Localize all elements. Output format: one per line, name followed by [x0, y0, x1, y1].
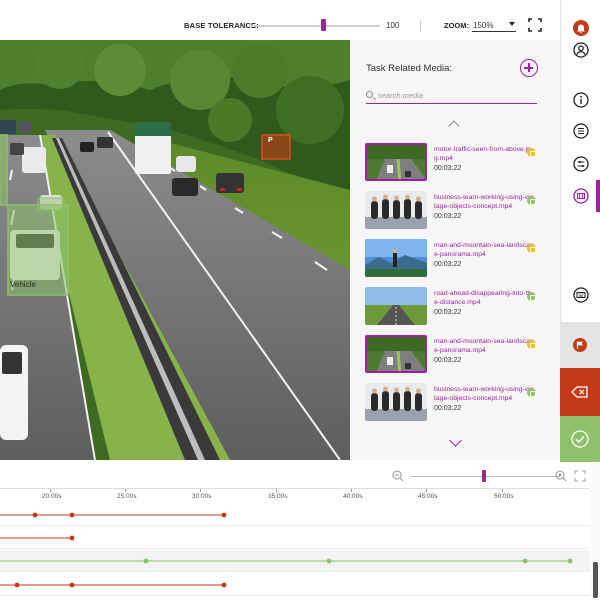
search-input[interactable]: [378, 89, 528, 101]
top-toolbar: BASE TOLERANCE: 100 ZOOM: 150%: [0, 0, 560, 40]
bell-icon[interactable]: [573, 20, 589, 36]
media-item[interactable]: motor-traffic-seen-from-above.jpg.mp4 00:…: [365, 143, 555, 183]
tick-label: 30:00s: [192, 493, 212, 500]
add-media-button[interactable]: [520, 59, 538, 77]
tolerance-value: 100: [386, 21, 400, 30]
tick-label: 20:00s: [42, 493, 62, 500]
media-item[interactable]: man-and-mountain-sea-landscape-panorama.…: [365, 239, 555, 279]
timeline-ruler[interactable]: 20:00s 25:00s 30:00s 35:00s 40:00s 45:00s 50:0…: [0, 488, 590, 502]
tick-mark: [200, 489, 201, 492]
zoom-value: 150%: [473, 21, 494, 30]
tolerance-label: BASE TOLERANCE:: [184, 21, 259, 30]
annotation-tool: BASE TOLERANCE: 100 ZOOM: 150% Vehicle P…: [0, 0, 600, 600]
track-segment: [0, 558, 573, 564]
sign-annotation-text: P: [268, 137, 273, 144]
zoom-out-icon[interactable]: [392, 470, 404, 482]
media-item[interactable]: man-and-mountain-sea-landscape-panorama.…: [365, 335, 555, 375]
tick-label: 50:00s: [494, 493, 514, 500]
fullscreen-icon[interactable]: [528, 18, 542, 32]
media-duration: 00:03:22: [434, 405, 462, 412]
toolbar-divider: [420, 20, 421, 32]
tick-label: 40:00s: [343, 493, 363, 500]
media-thumbnail[interactable]: [365, 239, 427, 277]
accept-button[interactable]: [560, 416, 600, 462]
tick-label: 25:00s: [117, 493, 137, 500]
track-segment: [0, 535, 75, 541]
track-segment: [0, 582, 227, 588]
media-item[interactable]: road-ahead-disappearing-into-the-distanc…: [365, 287, 555, 327]
track-row[interactable]: [0, 550, 590, 572]
status-badge: [527, 292, 536, 301]
list-icon[interactable]: [573, 123, 589, 139]
status-badge: [527, 244, 536, 253]
zoom-label: ZOOM:: [444, 21, 469, 30]
media-name[interactable]: motor-traffic-seen-from-above.jpg.mp4: [434, 145, 534, 163]
tolerance-slider-track[interactable]: [250, 25, 380, 27]
media-duration: 00:03:22: [434, 261, 462, 268]
media-name[interactable]: business-team-working-using-vintage-obje…: [434, 385, 534, 403]
flag-icon: [573, 338, 587, 352]
tick-mark: [351, 489, 352, 492]
media-thumbnail[interactable]: [365, 383, 427, 421]
timeline-panel: 20:00s 25:00s 30:00s 35:00s 40:00s 45:00s 50:0…: [0, 462, 590, 600]
track-row[interactable]: [0, 574, 590, 596]
user-icon[interactable]: [573, 42, 589, 58]
tick-label: 35:00s: [268, 493, 288, 500]
timeline-zoom-thumb[interactable]: [482, 470, 486, 482]
tick-mark: [426, 489, 427, 492]
tick-label: 45:00s: [418, 493, 438, 500]
highway-scene: [0, 40, 350, 460]
caret-down-icon: [509, 22, 515, 26]
tolerance-slider-thumb[interactable]: [320, 19, 326, 31]
status-badge: [527, 388, 536, 397]
media-duration: 00:03:22: [434, 357, 462, 364]
info-icon[interactable]: [573, 92, 589, 108]
media-name[interactable]: man-and-mountain-sea-landscape-panorama.…: [434, 241, 534, 259]
status-badge: [527, 340, 536, 349]
sliders-icon[interactable]: [573, 156, 589, 172]
keyboard-icon[interactable]: [573, 287, 589, 303]
status-badge: [527, 148, 536, 157]
flag-button[interactable]: [560, 322, 600, 368]
zoom-in-icon[interactable]: [555, 470, 567, 482]
check-icon: [571, 430, 589, 448]
tick-mark: [50, 489, 51, 492]
chevron-up-icon[interactable]: [448, 120, 460, 132]
media-thumbnail[interactable]: [365, 335, 427, 373]
media-search: [366, 88, 537, 104]
media-name[interactable]: business-team-working-using-vintage-obje…: [434, 193, 534, 211]
status-badge: [527, 196, 536, 205]
media-thumbnail[interactable]: [365, 143, 427, 181]
video-frame[interactable]: Vehicle P: [0, 40, 350, 460]
media-thumbnail[interactable]: [365, 191, 427, 229]
track-row[interactable]: [0, 527, 590, 549]
media-item[interactable]: business-team-working-using-vintage-obje…: [365, 383, 555, 423]
film-icon[interactable]: [573, 188, 589, 204]
media-name[interactable]: man-and-mountain-sea-landscape-panorama.…: [434, 337, 534, 355]
media-thumbnail[interactable]: [365, 287, 427, 325]
backspace-icon: [571, 386, 588, 398]
active-indicator: [596, 180, 600, 212]
zoom-select[interactable]: 150%: [472, 18, 516, 32]
media-duration: 00:03:22: [434, 213, 462, 220]
tick-mark: [125, 489, 126, 492]
media-name[interactable]: road-ahead-disappearing-into-the-distanc…: [434, 289, 534, 307]
track-row[interactable]: [0, 504, 590, 526]
annotation-label: Vehicle: [10, 280, 36, 289]
reject-button[interactable]: [560, 368, 600, 416]
timeline-fullscreen-icon[interactable]: [574, 470, 586, 482]
timeline-scrollbar[interactable]: [591, 462, 600, 600]
media-item[interactable]: business-team-working-using-vintage-obje…: [365, 191, 555, 231]
tick-mark: [276, 489, 277, 492]
tick-mark: [502, 489, 503, 492]
scrollbar-thumb[interactable]: [593, 562, 598, 598]
search-icon: [366, 91, 373, 98]
media-duration: 00:03:22: [434, 165, 462, 172]
timeline-zoom: [392, 468, 592, 484]
track-segment: [0, 512, 227, 518]
task-media-panel: Task Related Media: motor-traffic-seen-f…: [350, 40, 560, 460]
panel-title: Task Related Media:: [366, 63, 453, 74]
media-duration: 00:03:22: [434, 309, 462, 316]
chevron-down-icon[interactable]: [449, 434, 462, 447]
